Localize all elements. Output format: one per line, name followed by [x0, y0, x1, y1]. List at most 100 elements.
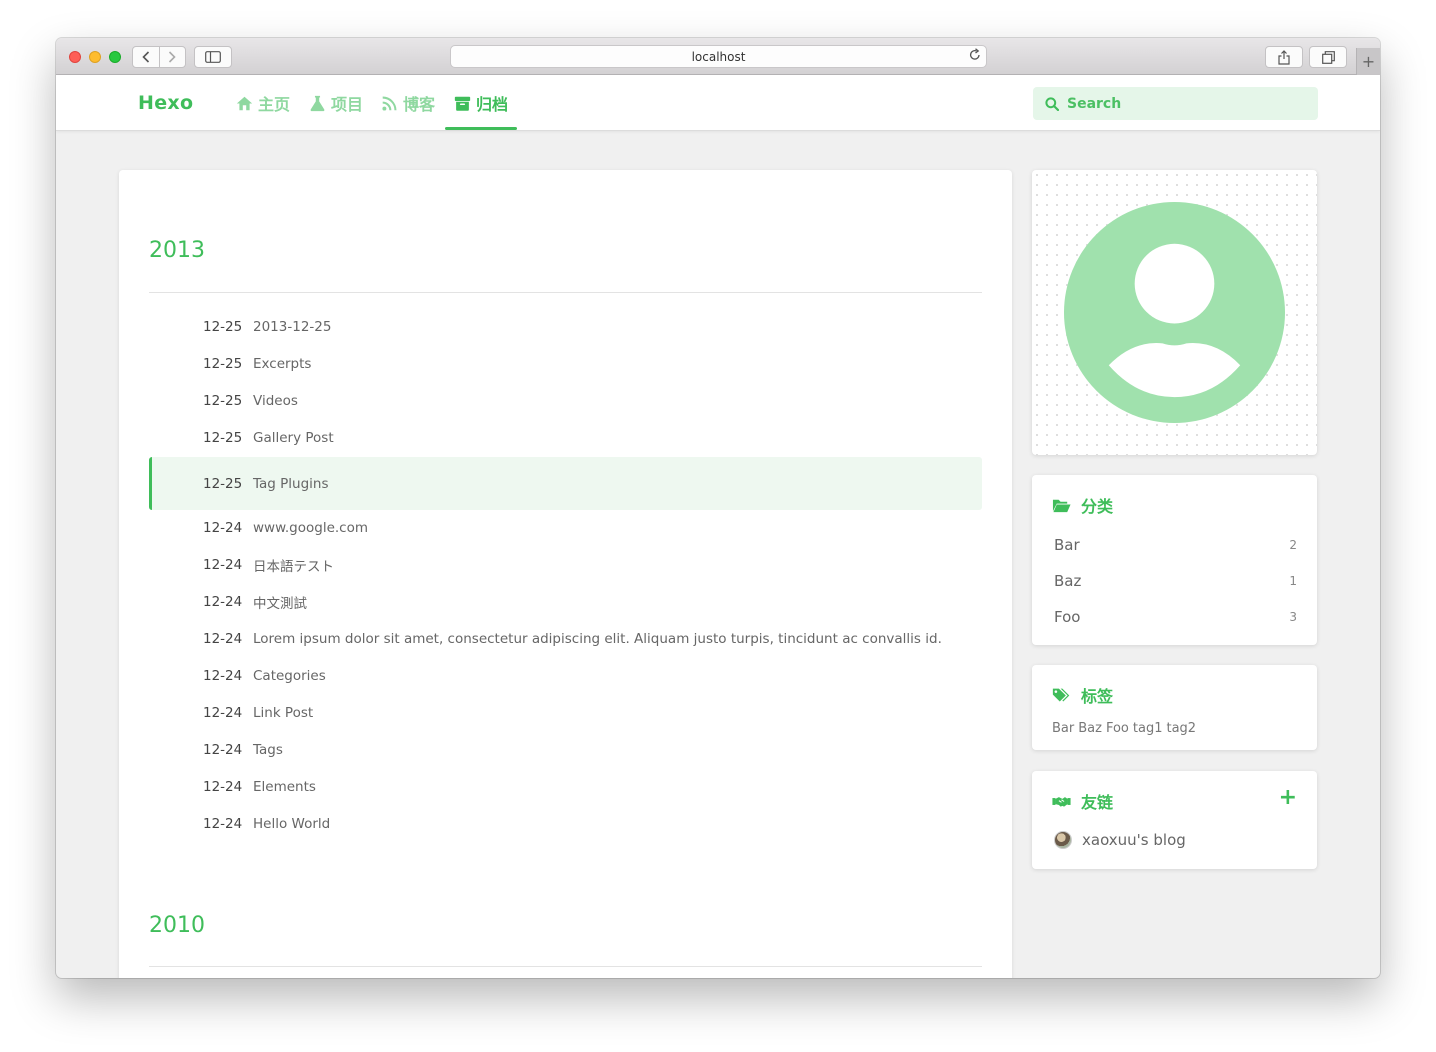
post-date: 12-24	[203, 815, 243, 832]
zoom-window-button[interactable]	[109, 51, 121, 63]
address-text: localhost	[691, 49, 746, 64]
post-date: 12-25	[203, 318, 243, 335]
friends-card: 友链 + xaoxuu's blog	[1032, 771, 1317, 869]
site-brand[interactable]: Hexo	[138, 92, 193, 114]
category-count: 3	[1289, 610, 1297, 624]
post-title: Lorem ipsum dolor sit amet, consectetur …	[253, 630, 942, 647]
post-title: Hello World	[253, 815, 331, 832]
archive-post[interactable]: 12-25 2013-12-25	[149, 308, 982, 345]
post-title: Categories	[253, 667, 326, 684]
tags-card: 标签 Bar Baz Foo tag1 tag2	[1032, 665, 1317, 750]
nav-label-projects: 项目	[331, 95, 364, 114]
archive-post[interactable]: 12-24 日本語テスト	[149, 546, 982, 583]
archive-post-hovered[interactable]: 12-25 Tag Plugins	[149, 457, 982, 510]
minimize-window-button[interactable]	[89, 51, 101, 63]
friend-avatar	[1054, 831, 1072, 849]
nav-label-archive: 归档	[476, 95, 509, 114]
year-heading-2013: 2013	[149, 238, 205, 263]
post-title: Link Post	[253, 704, 314, 721]
post-date: 12-24	[203, 630, 243, 647]
home-icon	[236, 96, 253, 110]
chevron-left-icon	[142, 51, 149, 63]
search-icon	[1045, 96, 1059, 111]
tag-link[interactable]: Baz	[1078, 721, 1102, 736]
archive-post[interactable]: 12-24 Elements	[149, 768, 982, 805]
archive-post[interactable]: 12-24 www.google.com	[149, 509, 982, 546]
archive-post[interactable]: 12-24 Link Post	[149, 694, 982, 731]
post-date: 12-25	[203, 392, 243, 409]
tag-link[interactable]: Bar	[1052, 721, 1074, 736]
archive-post[interactable]: 12-24 Lorem ipsum dolor sit amet, consec…	[149, 620, 982, 657]
post-title: www.google.com	[253, 519, 369, 536]
nav-label-blog: 博客	[403, 95, 436, 114]
category-name: Baz	[1054, 572, 1082, 590]
search-input[interactable]	[1067, 95, 1287, 112]
handshake-icon	[1052, 796, 1071, 807]
tabs-icon	[1321, 50, 1335, 64]
year-heading-2010: 2010	[149, 913, 205, 938]
plus-icon: +	[1361, 52, 1376, 71]
tab-overview-button[interactable]	[1309, 46, 1347, 68]
archive-post[interactable]: 12-24 Hello World	[149, 805, 982, 842]
friends-title-text: 友链	[1081, 793, 1114, 812]
browser-toolbar: localhost +	[56, 38, 1380, 75]
nav-item-blog[interactable]: 博客	[381, 75, 435, 131]
archive-post[interactable]: 12-24 中文測試	[149, 583, 982, 620]
share-icon	[1278, 49, 1290, 65]
browser-window: localhost + Hexo 主页 项目 博客 归档 Search 2013…	[56, 38, 1380, 978]
sidebar-icon	[205, 51, 221, 63]
user-avatar-icon[interactable]	[1063, 201, 1286, 424]
address-bar[interactable]: localhost	[450, 45, 987, 68]
post-date: 12-25	[203, 475, 243, 492]
nav-item-home[interactable]: 主页	[236, 75, 290, 131]
chevron-right-icon	[169, 51, 176, 63]
post-title: Excerpts	[253, 355, 312, 372]
post-date: 12-25	[203, 429, 243, 446]
tag-link[interactable]: tag2	[1166, 721, 1196, 736]
close-window-button[interactable]	[69, 51, 81, 63]
tags-icon	[1052, 688, 1070, 702]
post-date: 12-24	[203, 741, 243, 758]
post-date: 12-24	[203, 519, 243, 536]
post-title: Tag Plugins	[253, 475, 329, 492]
add-friend-button[interactable]: +	[1279, 785, 1297, 810]
post-date: 12-24	[203, 593, 243, 610]
archive-post[interactable]: 12-25 Videos	[149, 382, 982, 419]
category-count: 2	[1289, 538, 1297, 552]
share-button[interactable]	[1265, 46, 1303, 68]
tags-title: 标签	[1052, 683, 1113, 707]
category-name: Bar	[1054, 536, 1080, 554]
archive-post[interactable]: 12-25 Gallery Post	[149, 419, 982, 456]
nav-item-projects[interactable]: 项目	[309, 75, 363, 131]
post-title: 2013-12-25	[253, 318, 332, 335]
divider	[149, 966, 982, 967]
post-date: 12-25	[203, 355, 243, 372]
category-name: Foo	[1054, 608, 1081, 626]
flask-icon	[310, 95, 325, 111]
post-date: 12-24	[203, 556, 243, 573]
archive-post[interactable]: 12-25 Excerpts	[149, 345, 982, 382]
friends-title: 友链	[1052, 789, 1113, 813]
category-item[interactable]: Foo 3	[1054, 599, 1297, 635]
folder-open-icon	[1052, 499, 1071, 512]
history-nav	[132, 46, 186, 68]
reload-icon[interactable]	[969, 48, 981, 65]
tag-link[interactable]: Foo	[1106, 721, 1129, 736]
category-item[interactable]: Baz 1	[1054, 563, 1297, 599]
nav-item-archive[interactable]: 归档	[444, 75, 518, 131]
forward-button[interactable]	[158, 47, 186, 67]
new-tab-button[interactable]: +	[1356, 48, 1380, 75]
post-title: Videos	[253, 392, 298, 409]
friend-link[interactable]: xaoxuu's blog	[1054, 831, 1186, 849]
sidebar-toggle-button[interactable]	[194, 46, 232, 68]
category-item[interactable]: Bar 2	[1054, 527, 1297, 563]
tag-link[interactable]: tag1	[1133, 721, 1163, 736]
back-button[interactable]	[133, 47, 159, 67]
rss-icon	[382, 96, 397, 111]
archive-post[interactable]: 12-24 Categories	[149, 657, 982, 694]
post-date: 12-24	[203, 778, 243, 795]
archive-post[interactable]: 12-24 Tags	[149, 731, 982, 768]
friend-name: xaoxuu's blog	[1082, 831, 1186, 849]
search-box[interactable]	[1033, 87, 1318, 120]
categories-card: 分类 Bar 2 Baz 1 Foo 3	[1032, 475, 1317, 645]
